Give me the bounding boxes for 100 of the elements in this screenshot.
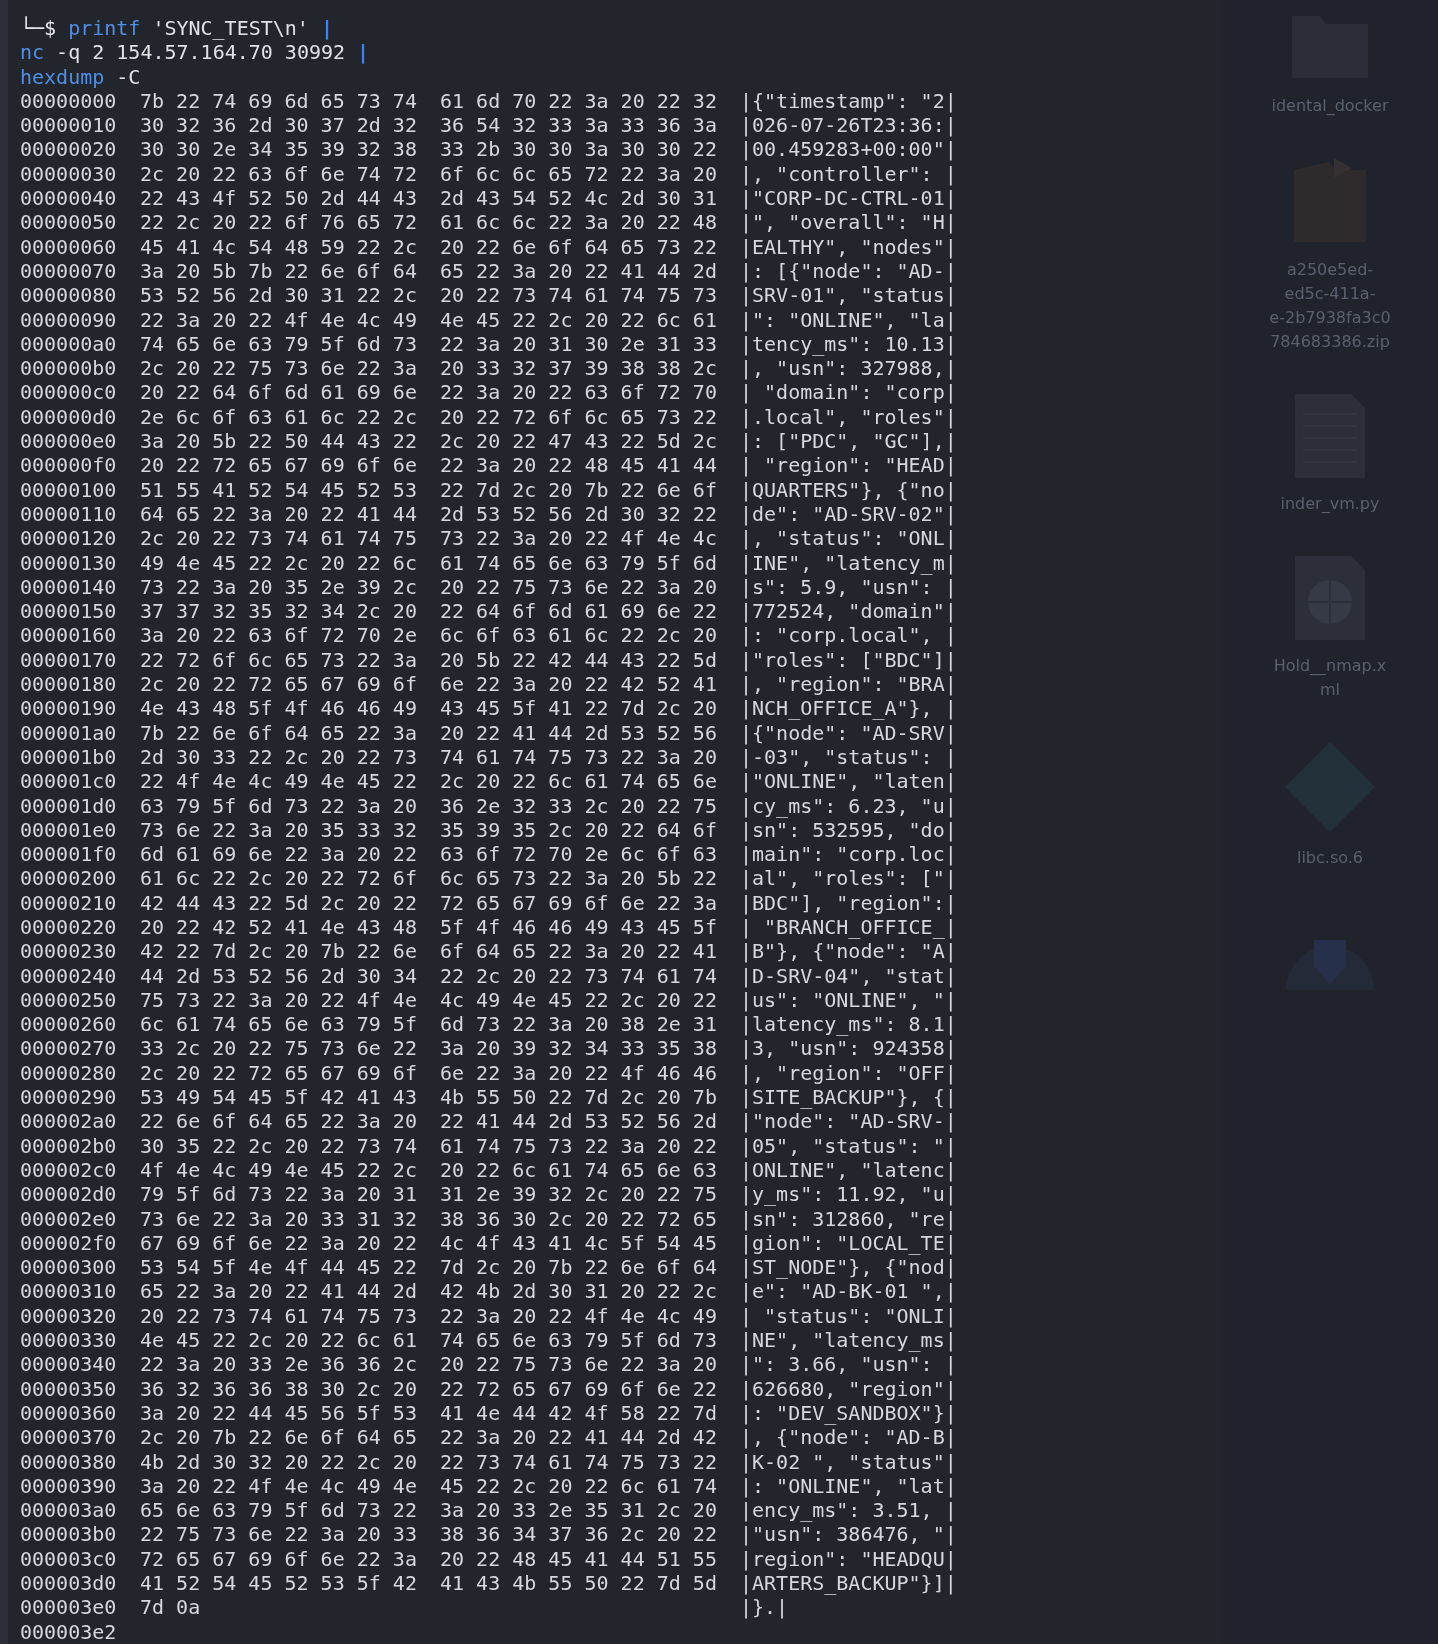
ascii-text: |NE", "latency_ms| <box>740 1328 957 1353</box>
hex-bytes: 20 5b 22 42 44 43 22 5d <box>440 647 718 672</box>
offset-text: 00000360 <box>20 1400 118 1426</box>
hex-bytes: 3a 20 22 44 45 56 5f 53 <box>140 1400 418 1426</box>
hex-bytes: 74 61 74 75 73 22 3a 20 <box>440 744 718 770</box>
hex-bytes: 36 54 32 33 3a 33 36 3a <box>440 113 718 138</box>
hex-bytes: 33 2b 30 30 3a 30 30 22 <box>440 137 718 162</box>
ascii-text: |}.| <box>740 1595 789 1620</box>
hex-bytes: 43 45 5f 41 22 7d 2c 20 <box>440 696 718 721</box>
hex-bytes: 36 2e 32 33 2c 20 22 75 <box>440 793 718 818</box>
offset-text: 000000f0 <box>20 453 118 478</box>
hex-bytes: 22 3a 20 22 63 6f 72 70 <box>440 380 718 405</box>
hex-bytes: 45 41 4c 54 48 59 22 2c <box>140 234 418 259</box>
ascii-text: |772524, "domain"| <box>740 599 957 624</box>
ascii-text: |BDC"], "region":| <box>740 890 957 915</box>
hex-bytes: 65 6e 63 79 5f 6d 73 22 <box>140 1498 418 1523</box>
offset-text: 00000310 <box>20 1279 118 1304</box>
offset-text: 00000190 <box>20 696 118 721</box>
hex-bytes: 6d 73 22 3a 20 38 2e 31 <box>440 1012 718 1037</box>
offset-text: 00000000 <box>20 88 118 114</box>
ascii-text: |.local", "roles"| <box>740 404 957 430</box>
ascii-text: |ST_NODE"}, {"nod| <box>740 1255 957 1280</box>
file-name: libc.so.6 <box>1296 847 1363 869</box>
hex-bytes: 22 3a 20 22 48 45 41 44 <box>440 453 718 478</box>
hex-bytes: 5f 4f 46 46 49 43 45 5f <box>440 915 718 940</box>
hex-bytes: 22 3a 20 22 4f 4e 4c 49 <box>440 1303 718 1329</box>
hex-bytes: 2d 53 52 56 2d 30 32 22 <box>440 501 718 527</box>
offset-text: 00000140 <box>20 574 118 600</box>
hex-bytes: 20 22 41 44 2d 53 52 56 <box>440 720 718 745</box>
hex-bytes: 22 72 65 67 69 6f 6e 22 <box>440 1376 718 1401</box>
ascii-text: |al", "roles": ["| <box>740 866 957 891</box>
offset-text: 00000090 <box>20 307 118 332</box>
ascii-text: |ARTERS_BACKUP"}]| <box>740 1571 957 1596</box>
hex-bytes: 4f 4e 4c 49 4e 45 22 2c <box>140 1157 418 1183</box>
ascii-text: |K-02 ", "status"| <box>740 1449 957 1474</box>
pipe-symbol: | <box>320 16 333 41</box>
offset-text: 00000100 <box>20 477 118 502</box>
hex-bytes: 2e 6c 6f 63 61 6c 22 2c <box>140 404 418 430</box>
hex-bytes: 20 22 72 65 67 69 6f 6e <box>140 453 418 478</box>
ascii-text: |-03", "status": | <box>740 744 957 770</box>
offset-text: 00000020 <box>20 137 118 162</box>
hex-bytes: 2d 43 54 52 4c 2d 30 31 <box>440 186 718 211</box>
hex-bytes: 30 30 2e 34 35 39 32 38 <box>140 137 418 162</box>
offset-text: 00000300 <box>20 1255 118 1280</box>
hex-bytes: 3a 20 22 4f 4e 4c 49 4e <box>140 1473 418 1499</box>
offset-text: 00000350 <box>20 1376 118 1401</box>
hex-bytes: 42 22 7d 2c 20 7b 22 6e <box>140 939 418 964</box>
ascii-text: | "BRANCH_OFFICE_| <box>740 915 957 940</box>
hex-bytes: 35 39 35 2c 20 22 64 6f <box>440 817 718 843</box>
offset-text: 00000230 <box>20 939 118 964</box>
offset-text: 00000160 <box>20 623 118 648</box>
hex-bytes: 38 36 30 2c 20 22 72 65 <box>440 1206 718 1231</box>
command-arguments: -C <box>116 64 141 89</box>
hex-bytes: 22 75 73 6e 22 3a 20 33 <box>140 1522 418 1547</box>
hex-bytes: 22 2c 20 22 73 74 61 74 <box>440 963 718 988</box>
ascii-text: |00.459283+00:00"| <box>740 137 957 162</box>
hex-bytes: 3a 20 33 2e 35 31 2c 20 <box>440 1498 718 1523</box>
hex-bytes: 79 5f 6d 73 22 3a 20 31 <box>140 1182 418 1207</box>
hex-bytes: 4e 45 22 2c 20 22 6c 61 <box>140 1328 418 1353</box>
offset-text: 00000380 <box>20 1449 118 1474</box>
hex-bytes: 7d 0a <box>140 1595 202 1620</box>
hex-bytes: 22 3a 20 33 2e 36 36 2c <box>140 1352 418 1377</box>
hex-bytes: 61 74 75 73 22 3a 20 22 <box>440 1133 718 1158</box>
hex-bytes: 2c 20 22 47 43 22 5d 2c <box>440 429 718 454</box>
offset-text: 000000d0 <box>20 404 118 430</box>
hex-bytes: 20 22 72 6f 6c 65 73 22 <box>440 404 718 430</box>
hex-bytes: 73 6e 22 3a 20 35 33 32 <box>140 817 418 843</box>
offset-text: 000000c0 <box>20 380 118 405</box>
globe-document-icon[interactable] <box>1295 556 1365 640</box>
hex-bytes: 2c 20 22 75 73 6e 22 3a <box>140 356 418 381</box>
hex-bytes: 6c 6f 63 61 6c 22 2c 20 <box>440 623 718 648</box>
ascii-text: |cy_ms": 6.23, "u| <box>740 793 957 818</box>
hex-bytes: 20 22 42 52 41 4e 43 48 <box>140 915 418 940</box>
hex-bytes: 41 43 4b 55 50 22 7d 5d <box>440 1571 718 1596</box>
ascii-text: |SRV-01", "status| <box>740 283 957 308</box>
hex-bytes: 3a 20 22 63 6f 72 70 2e <box>140 623 418 648</box>
ascii-text: |3, "usn": 924358| <box>740 1036 957 1061</box>
hex-bytes: 6f 64 65 22 3a 20 22 41 <box>440 939 718 964</box>
hex-bytes: 20 22 75 73 6e 22 3a 20 <box>440 1352 718 1377</box>
command-name: hexdump <box>20 64 105 89</box>
hex-bytes: 22 72 6f 6c 65 73 22 3a <box>140 647 418 672</box>
offset-text: 000002a0 <box>20 1109 118 1134</box>
offset-text: 00000120 <box>20 526 118 551</box>
offset-text: 000003c0 <box>20 1546 118 1571</box>
file-name: idental_docker <box>1271 95 1389 117</box>
hex-bytes: 72 65 67 69 6f 6e 22 3a <box>440 890 718 915</box>
hex-bytes: 31 2e 39 32 2c 20 22 75 <box>440 1182 718 1207</box>
hex-bytes: 73 6e 22 3a 20 33 31 32 <box>140 1206 418 1231</box>
ascii-text: |": "ONLINE", "la| <box>740 307 957 332</box>
offset-text: 000002c0 <box>20 1157 118 1183</box>
offset-text: 00000320 <box>20 1303 118 1329</box>
offset-text: 000002b0 <box>20 1133 118 1158</box>
hex-bytes: 22 3a 20 22 4f 4e 4c 49 <box>140 307 418 332</box>
offset-text: 00000110 <box>20 501 118 527</box>
offset-text: 00000180 <box>20 672 118 697</box>
hex-bytes: 2c 20 22 63 6f 6e 74 72 <box>140 161 418 187</box>
ascii-text: |sn": 532595, "do| <box>740 817 957 843</box>
hex-bytes: 7b 22 6e 6f 64 65 22 3a <box>140 720 418 745</box>
hex-bytes: 22 4f 4e 4c 49 4e 45 22 <box>140 769 418 794</box>
ascii-text: |05", "status": "| <box>740 1133 957 1158</box>
